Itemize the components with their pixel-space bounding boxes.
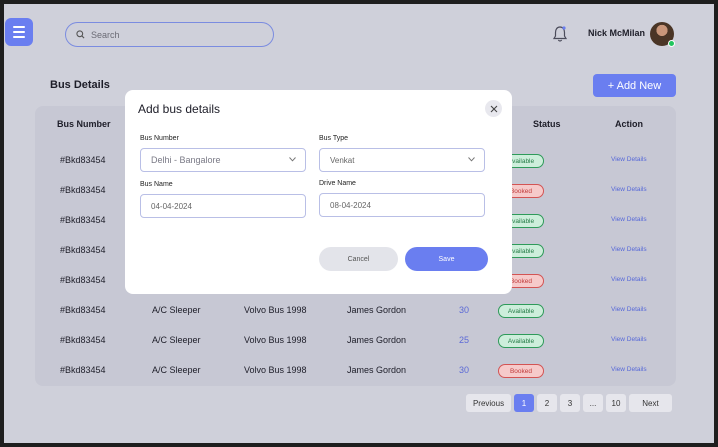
- driver-name-cell: James Gordon: [347, 365, 407, 375]
- bus-name-cell: Volvo Bus 1998: [244, 365, 307, 375]
- bus-number-cell: #Bkd83454: [60, 245, 106, 255]
- driver-name-cell: James Gordon: [347, 335, 407, 345]
- bus-name-field[interactable]: 04-04-2024: [140, 194, 306, 218]
- page-button-10[interactable]: 10: [606, 394, 626, 412]
- page-ellipsis: ...: [583, 394, 603, 412]
- bus-number-cell: #Bkd83454: [60, 305, 106, 315]
- bus-name-cell: Volvo Bus 1998: [244, 305, 307, 315]
- seats-cell: 25: [459, 335, 470, 345]
- page-title: Bus Details: [50, 79, 110, 91]
- bus-number-value: Delhi - Bangalore: [151, 155, 221, 165]
- bus-number-label: Bus Number: [140, 135, 179, 142]
- chevron-down-icon: [289, 157, 296, 162]
- bus-type-cell: A/C Sleeper: [152, 365, 201, 375]
- seats-cell: 30: [459, 365, 470, 375]
- bus-number-cell: #Bkd83454: [60, 185, 106, 195]
- column-header-status: Status: [533, 119, 561, 129]
- search-bar[interactable]: [65, 22, 274, 47]
- bus-number-cell: #Bkd83454: [60, 275, 106, 285]
- driver-name-field[interactable]: 08-04-2024: [319, 193, 485, 217]
- bus-type-cell: A/C Sleeper: [152, 305, 201, 315]
- page-button-2[interactable]: 2: [537, 394, 557, 412]
- status-badge: Available: [498, 304, 544, 318]
- close-icon[interactable]: [485, 100, 502, 117]
- online-status-icon: [668, 40, 675, 47]
- seats-cell: 30: [459, 305, 470, 315]
- bus-number-cell: #Bkd83454: [60, 215, 106, 225]
- status-badge: Available: [498, 334, 544, 348]
- bus-type-value: Venkat: [330, 155, 355, 165]
- view-details-link[interactable]: View Details: [611, 306, 647, 313]
- view-details-link[interactable]: View Details: [611, 336, 647, 343]
- page-button-1[interactable]: 1: [514, 394, 534, 412]
- driver-name-value: 08-04-2024: [330, 200, 371, 210]
- view-details-link[interactable]: View Details: [611, 276, 647, 283]
- search-input[interactable]: [91, 29, 251, 40]
- bus-type-label: Bus Type: [319, 135, 349, 142]
- status-badge: Booked: [498, 364, 544, 378]
- menu-icon[interactable]: [5, 18, 33, 46]
- add-bus-modal: Add bus details Bus Number Delhi - Banga…: [125, 90, 512, 294]
- next-page-button[interactable]: Next: [629, 394, 672, 412]
- bus-name-label: Bus Name: [140, 181, 173, 188]
- view-details-link[interactable]: View Details: [611, 366, 647, 373]
- bus-number-cell: #Bkd83454: [60, 365, 106, 375]
- user-name[interactable]: Nick McMilan: [588, 28, 645, 38]
- driver-name-cell: James Gordon: [347, 305, 407, 315]
- bus-number-cell: #Bkd83454: [60, 335, 106, 345]
- save-button[interactable]: Save: [405, 247, 488, 271]
- cancel-button[interactable]: Cancel: [319, 247, 398, 271]
- previous-page-button[interactable]: Previous: [466, 394, 511, 412]
- view-details-link[interactable]: View Details: [611, 216, 647, 223]
- chevron-down-icon: [468, 157, 475, 162]
- column-header-bus-number: Bus Number: [57, 119, 111, 129]
- bus-number-select[interactable]: Delhi - Bangalore: [140, 148, 306, 172]
- bell-icon[interactable]: [552, 25, 568, 43]
- app-window: Nick McMilan Bus Details + Add New Bus N…: [4, 4, 714, 443]
- bus-name-value: 04-04-2024: [151, 201, 192, 211]
- bus-type-select[interactable]: Venkat: [319, 148, 485, 172]
- driver-name-label: Drive Name: [319, 180, 356, 187]
- column-header-action: Action: [615, 119, 643, 129]
- bus-type-cell: A/C Sleeper: [152, 335, 201, 345]
- view-details-link[interactable]: View Details: [611, 246, 647, 253]
- view-details-link[interactable]: View Details: [611, 156, 647, 163]
- search-icon: [76, 30, 85, 39]
- bus-number-cell: #Bkd83454: [60, 155, 106, 165]
- add-new-button[interactable]: + Add New: [593, 74, 676, 97]
- page-button-3[interactable]: 3: [560, 394, 580, 412]
- view-details-link[interactable]: View Details: [611, 186, 647, 193]
- bus-name-cell: Volvo Bus 1998: [244, 335, 307, 345]
- modal-title: Add bus details: [138, 102, 221, 116]
